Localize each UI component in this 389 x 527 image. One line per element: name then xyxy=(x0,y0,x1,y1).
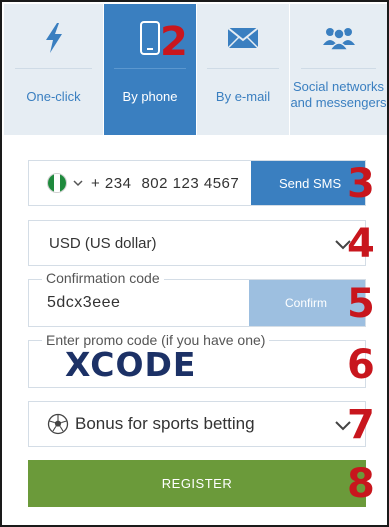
tab-social-networks[interactable]: Social networks and messengers xyxy=(290,4,387,135)
soccer-ball-icon xyxy=(47,413,69,435)
step-number-8: 8 xyxy=(347,461,375,507)
people-icon xyxy=(322,10,356,66)
tab-label: By phone xyxy=(122,89,178,104)
bonus-select[interactable]: Bonus for sports betting xyxy=(28,401,366,447)
tab-divider xyxy=(207,68,279,69)
registration-form: One-click By phone By e-mail Social netw… xyxy=(0,0,389,527)
step-number-2: 2 xyxy=(160,19,188,65)
promo-code-input[interactable]: XCODE xyxy=(65,347,196,383)
tab-by-email[interactable]: By e-mail xyxy=(197,4,290,135)
tab-divider xyxy=(114,68,186,69)
nigeria-flag-icon[interactable] xyxy=(47,173,67,193)
tab-one-click[interactable]: One-click xyxy=(4,4,104,135)
lightning-icon xyxy=(43,10,65,66)
tab-divider xyxy=(300,68,377,69)
currency-select[interactable]: USD (US dollar) xyxy=(28,220,366,266)
currency-value: USD (US dollar) xyxy=(49,234,157,252)
register-button[interactable]: REGISTER xyxy=(28,460,366,507)
tab-divider xyxy=(14,68,93,69)
country-code: + 234 xyxy=(91,174,132,192)
tab-label: By e-mail xyxy=(215,89,271,104)
tab-label: Social networks and messengers xyxy=(290,79,387,110)
registration-tabs: One-click By phone By e-mail Social netw… xyxy=(4,4,387,135)
step-number-6: 6 xyxy=(347,342,375,388)
step-number-7: 7 xyxy=(347,402,375,448)
step-number-4: 4 xyxy=(347,221,375,267)
step-number-5: 5 xyxy=(347,281,375,327)
promo-code-label: Enter promo code (if you have one) xyxy=(42,333,270,347)
confirmation-code-field[interactable]: 5dcx3eee Confirm xyxy=(28,279,366,327)
confirmation-code-input[interactable]: 5dcx3eee xyxy=(47,294,120,312)
confirmation-code-label: Confirmation code xyxy=(42,271,164,285)
phone-field[interactable]: + 234 802 123 4567 Send SMS xyxy=(28,160,366,206)
envelope-icon xyxy=(227,10,259,66)
chevron-down-icon[interactable] xyxy=(73,174,83,192)
step-number-3: 3 xyxy=(347,161,375,207)
tab-label: One-click xyxy=(26,89,81,104)
phone-input[interactable]: 802 123 4567 xyxy=(141,175,239,192)
phone-icon xyxy=(139,10,161,66)
bonus-value: Bonus for sports betting xyxy=(75,414,255,433)
